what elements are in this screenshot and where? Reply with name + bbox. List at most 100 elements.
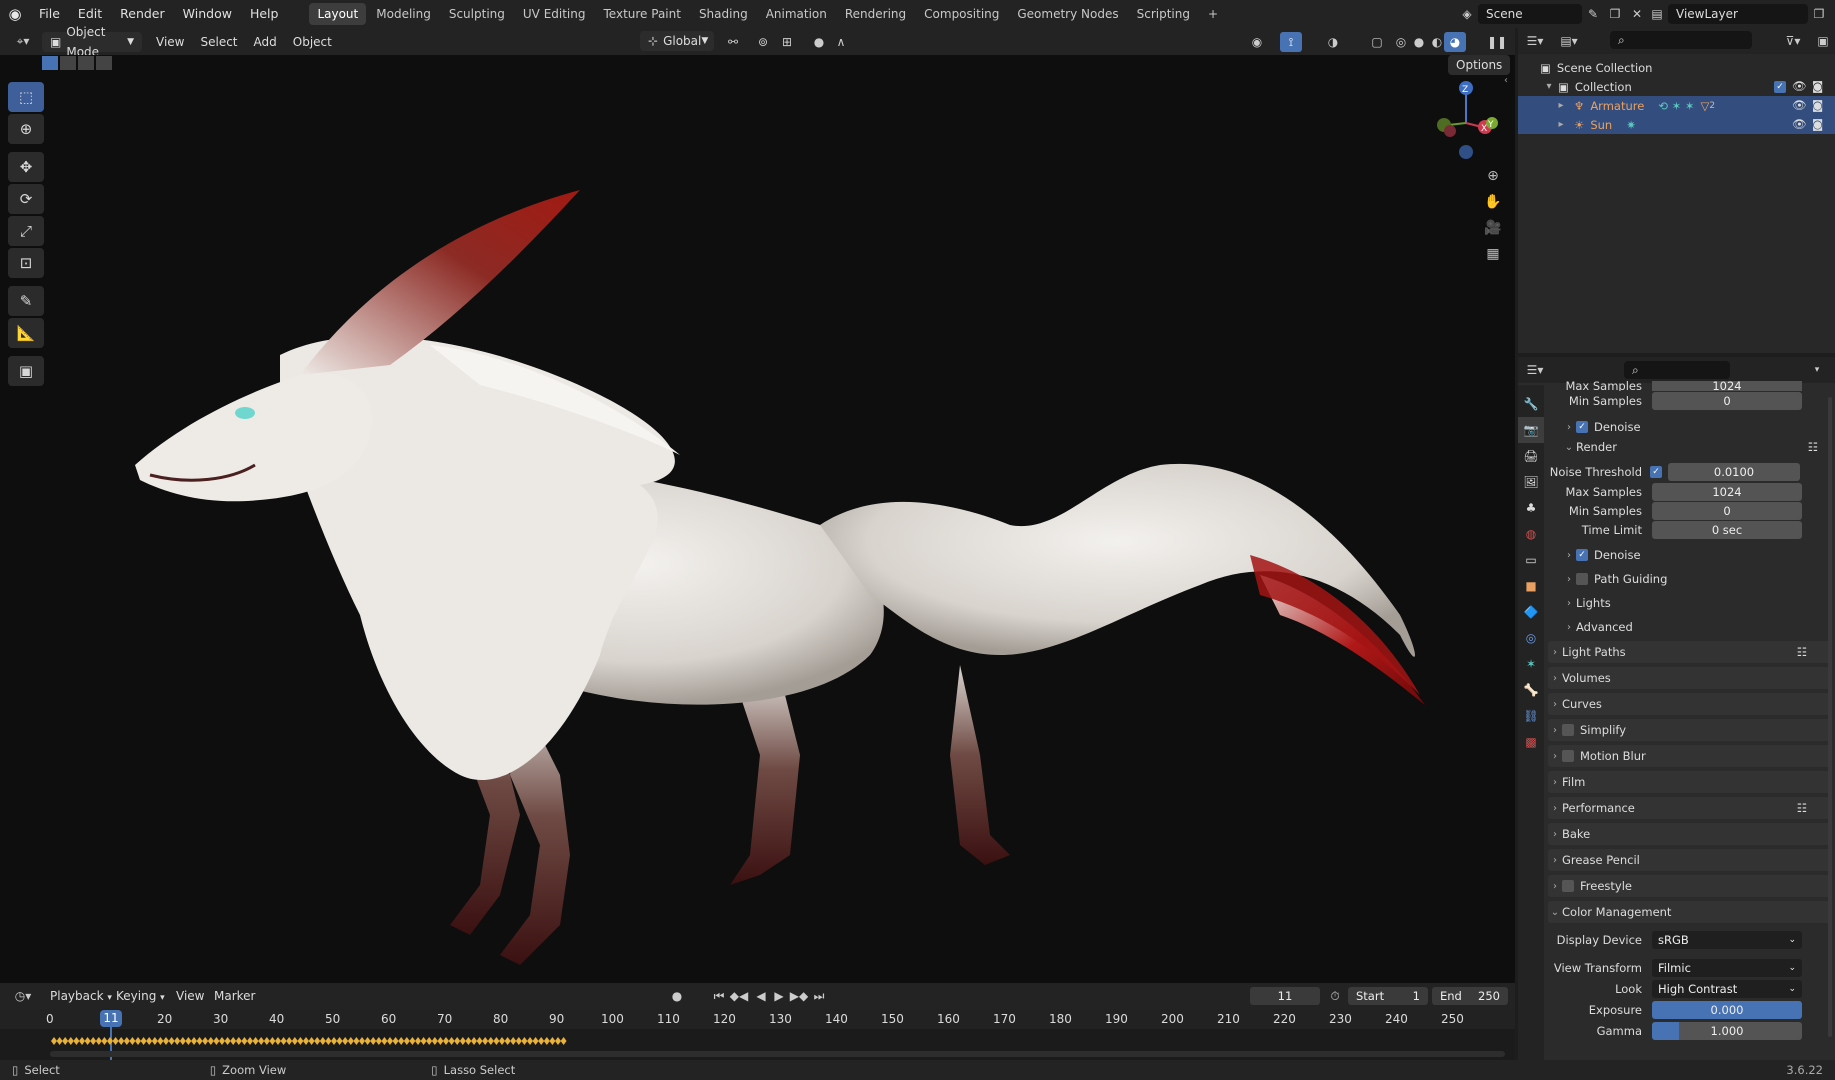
tab-shading[interactable]: Shading (691, 3, 756, 25)
keyframe-diamond[interactable] (342, 1037, 349, 1045)
motion-blur-checkbox[interactable] (1562, 750, 1574, 762)
keyframe-diamond[interactable] (398, 1037, 405, 1045)
properties-editor-icon[interactable]: ☰▾ (1524, 360, 1546, 380)
keyframe-diamond[interactable] (202, 1037, 209, 1045)
eye-icon[interactable]: 👁 (1792, 117, 1807, 131)
keyframe-diamond[interactable] (364, 1037, 371, 1045)
menu-marker[interactable]: Marker (206, 986, 263, 1006)
expand-icon[interactable]: › (1548, 881, 1562, 892)
new-collection-icon[interactable]: ▣ (1812, 31, 1834, 51)
keyframe-diamond[interactable] (381, 1037, 388, 1045)
timeline-editor-icon[interactable]: ◷▾ (8, 986, 38, 1006)
camera-view-icon[interactable]: 🎥 (1480, 215, 1506, 241)
render-tab-icon[interactable]: 📷 (1518, 417, 1544, 443)
denoise-viewport-checkbox[interactable]: ✓ (1576, 421, 1588, 433)
keyframe-diamond[interactable] (359, 1037, 365, 1045)
menu-object[interactable]: Object (285, 32, 340, 52)
tab-rendering[interactable]: Rendering (837, 3, 914, 25)
noise-threshold-checkbox[interactable]: ✓ (1650, 466, 1662, 478)
playhead-frame-label[interactable]: 11 (100, 1010, 122, 1027)
keyframe-diamond[interactable] (443, 1037, 449, 1045)
keyframe-diamond[interactable] (465, 1037, 472, 1045)
render-camera-icon[interactable]: ◙ (1812, 117, 1823, 131)
keyframe-diamond[interactable] (538, 1037, 545, 1045)
tab-modeling[interactable]: Modeling (368, 3, 439, 25)
menu-view[interactable]: View (148, 32, 192, 52)
keyframe-diamond[interactable] (392, 1037, 399, 1045)
panel-volumes[interactable]: › Volumes (1548, 667, 1831, 689)
keyframe-diamond[interactable] (560, 1037, 567, 1045)
expand-icon[interactable]: › (1548, 803, 1562, 814)
keyframe-diamond[interactable] (62, 1037, 69, 1045)
collapse-icon[interactable]: ⌄ (1562, 442, 1576, 453)
keyframe-diamond[interactable] (504, 1037, 511, 1045)
view-layer-tab-icon[interactable]: 🖼 (1518, 469, 1544, 495)
display-device-select[interactable]: sRGB ⌄ (1652, 931, 1802, 949)
keyframe-diamond[interactable] (459, 1037, 466, 1045)
keyframe-diamond[interactable] (493, 1037, 500, 1045)
keyframe-diamond[interactable] (168, 1037, 175, 1045)
keyframe-diamond[interactable] (247, 1037, 253, 1045)
cursor-tool-icon[interactable]: ⊕ (8, 114, 44, 144)
delete-view-layer-icon[interactable]: ✕ (1830, 4, 1835, 24)
keyframe-diamond[interactable] (291, 1037, 298, 1045)
keyframe-diamond[interactable] (409, 1037, 416, 1045)
physics-tab-icon[interactable]: ◎ (1518, 625, 1544, 651)
keyframe-diamond[interactable] (319, 1037, 326, 1045)
next-keyframe-icon[interactable]: ▶◆ (788, 986, 810, 1006)
falloff-icon[interactable]: ∧ (830, 32, 852, 52)
keyframe-diamond[interactable] (426, 1037, 433, 1045)
panel-bake[interactable]: › Bake (1548, 823, 1831, 845)
keyframe-diamond[interactable] (84, 1037, 91, 1045)
move-tool-icon[interactable]: ✥ (8, 152, 44, 182)
rendered-shading-icon[interactable]: ◕ (1444, 32, 1466, 52)
keyframe-diamond[interactable] (387, 1037, 393, 1045)
min-samples-render-field[interactable]: 0 (1652, 502, 1802, 520)
measure-tool-icon[interactable]: 📐 (8, 318, 44, 348)
mode-dropdown[interactable]: ▣ Object Mode ▼ (42, 25, 142, 59)
orientation-dropdown[interactable]: ⊹ Global ▼ (640, 31, 714, 51)
navigation-gizmo[interactable]: Z X Y (1430, 77, 1505, 167)
view-layer-icon[interactable]: ▤ (1646, 4, 1668, 24)
keyframe-diamond[interactable] (146, 1037, 153, 1045)
expand-icon[interactable]: › (1562, 422, 1576, 433)
panel-motion-blur[interactable]: › Motion Blur (1548, 745, 1831, 767)
tab-geometry-nodes[interactable]: Geometry Nodes (1009, 3, 1126, 25)
simplify-checkbox[interactable] (1562, 724, 1574, 736)
keyframe-diamond[interactable] (235, 1037, 242, 1045)
visibility-icon[interactable]: ◉ (1246, 32, 1268, 52)
gizmo-neg-x-icon[interactable] (1444, 125, 1456, 137)
keyframe-diamond[interactable] (543, 1037, 550, 1045)
keyframe-diamond[interactable] (549, 1037, 556, 1045)
keyframe-diamond[interactable] (286, 1037, 293, 1045)
keyframe-diamond[interactable] (67, 1037, 74, 1045)
properties-scrollbar[interactable] (1828, 397, 1832, 1037)
preview-range-icon[interactable]: ⏱ (1324, 986, 1346, 1006)
chevron-down-icon[interactable]: ▾ (1806, 360, 1828, 380)
menu-file[interactable]: File (30, 0, 69, 28)
keyframe-diamond[interactable] (370, 1037, 377, 1045)
denoise-render-row[interactable]: › ✓ Denoise (1544, 544, 1834, 566)
sidebar-toggle-icon[interactable]: ‹ (1504, 75, 1508, 86)
menu-window[interactable]: Window (174, 0, 241, 28)
keyframe-diamond[interactable] (420, 1037, 427, 1045)
keyframe-diamond[interactable] (437, 1037, 444, 1045)
path-guiding-row[interactable]: › Path Guiding (1544, 568, 1834, 590)
snap-icon[interactable]: ⊚ (752, 32, 774, 52)
keyframe-diamond[interactable] (325, 1037, 332, 1045)
keyframe-diamond[interactable] (487, 1037, 494, 1045)
panel-color-management[interactable]: ⌄ Color Management (1548, 901, 1831, 923)
time-limit-field[interactable]: 0 sec (1652, 521, 1802, 539)
keyframe-diamond[interactable] (454, 1037, 461, 1045)
panel-simplify[interactable]: › Simplify (1548, 719, 1831, 741)
expand-icon[interactable]: › (1548, 829, 1562, 840)
lights-row[interactable]: › Lights (1544, 592, 1834, 614)
scene-name-field[interactable]: Scene (1478, 4, 1582, 24)
list-icon[interactable]: ☷ (1797, 801, 1807, 815)
outliner-search-input[interactable]: ⌕ (1610, 31, 1752, 49)
tab-animation[interactable]: Animation (758, 3, 835, 25)
keyframe-diamond[interactable] (476, 1037, 483, 1045)
keyframe-diamond[interactable] (415, 1037, 421, 1045)
tab-uv-editing[interactable]: UV Editing (515, 3, 594, 25)
properties-search-input[interactable]: ⌕ (1624, 361, 1730, 379)
